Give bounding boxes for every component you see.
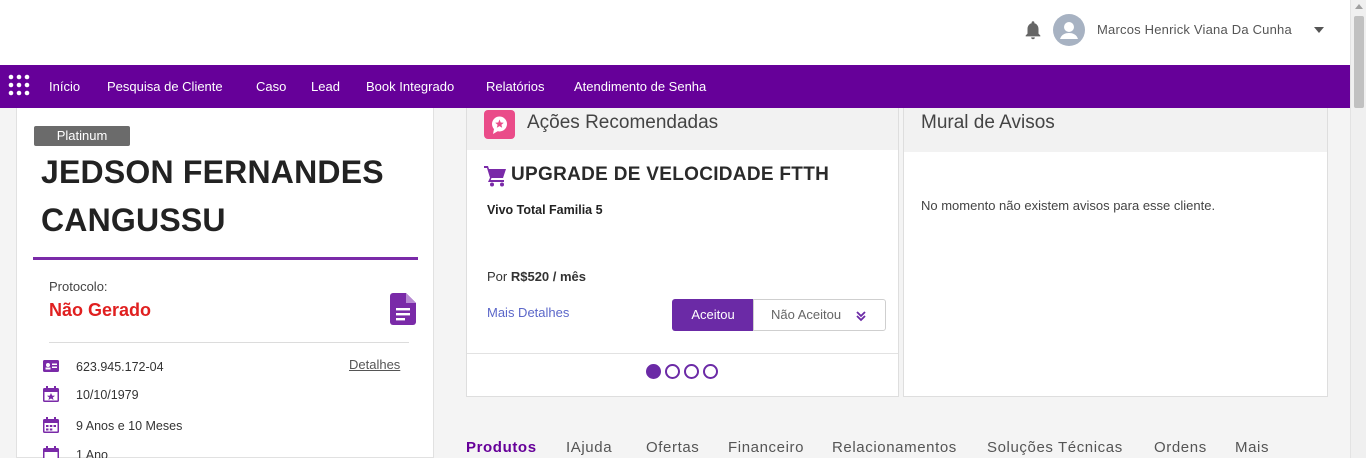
carousel-dot-1[interactable]: [646, 364, 661, 379]
decline-button-label: Não Aceitou: [771, 307, 842, 322]
nav-item-book-integrado[interactable]: Book Integrado: [366, 79, 454, 94]
price-prefix: Por: [487, 269, 511, 284]
carousel-dot-2[interactable]: [665, 364, 680, 379]
birthdate-value: 10/10/1979: [76, 388, 139, 402]
tab-ofertas[interactable]: Ofertas: [646, 439, 699, 456]
tab-solucoes-tecnicas[interactable]: Soluções Técnicas: [987, 439, 1123, 456]
customer-name: JEDSON FERNANDES CANGUSSU: [41, 154, 384, 238]
avatar[interactable]: [1053, 14, 1085, 46]
nav-item-lead[interactable]: Lead: [311, 79, 340, 94]
recommended-actions-title: Ações Recomendadas: [527, 112, 719, 133]
bell-icon[interactable]: [1022, 19, 1044, 41]
user-name[interactable]: Marcos Henrick Viana Da Cunha: [1097, 22, 1292, 37]
recommended-actions-card: Ações Recomendadas UPGRADE DE VELOCIDADE…: [466, 108, 899, 397]
tab-iajuda[interactable]: IAjuda: [566, 439, 612, 456]
tab-financeiro[interactable]: Financeiro: [728, 439, 804, 456]
offer-plan-name: Vivo Total Familia 5: [487, 203, 603, 217]
calendar-icon: [43, 417, 59, 433]
calendar-star-icon: [43, 386, 59, 402]
user-menu-caret-icon[interactable]: [1314, 27, 1324, 33]
price-value: R$520 / mês: [510, 269, 587, 284]
offer-title: UPGRADE DE VELOCIDADE FTTH: [511, 164, 830, 185]
cpf-value: 623.945.172-04: [76, 360, 164, 374]
tab-mais[interactable]: Mais: [1235, 439, 1269, 456]
carousel-dot-3[interactable]: [684, 364, 699, 379]
notice-board-card: Mural de Avisos No momento não existem a…: [903, 108, 1328, 397]
top-bar: Marcos Henrick Viana Da Cunha: [0, 0, 1350, 65]
scroll-up-arrow-icon[interactable]: [1355, 4, 1363, 9]
notice-board-empty-message: No momento não existem avisos para esse …: [921, 198, 1216, 213]
more-details-link[interactable]: Mais Detalhes: [487, 305, 569, 320]
accept-button[interactable]: Aceitou: [672, 299, 754, 331]
offer-price: Por R$520 / mês: [487, 269, 586, 284]
tab-ordens[interactable]: Ordens: [1154, 439, 1207, 456]
nav-item-caso[interactable]: Caso: [256, 79, 286, 94]
tenure-value: 1 Ano: [76, 448, 108, 458]
protocol-value: Não Gerado: [49, 300, 152, 320]
page-scrollbar[interactable]: [1350, 0, 1366, 458]
name-divider: [33, 257, 418, 260]
nav-item-atendimento-de-senha[interactable]: Atendimento de Senha: [574, 79, 706, 94]
segment-badge: Platinum: [34, 126, 130, 146]
customer-since-value: 9 Anos e 10 Meses: [76, 419, 183, 433]
id-card-icon: [43, 360, 59, 372]
card-footer-divider: [467, 353, 898, 354]
tab-produtos[interactable]: Produtos: [466, 439, 537, 456]
double-chevron-down-icon: [856, 311, 866, 322]
nav-item-pesquisa-de-cliente[interactable]: Pesquisa de Cliente: [107, 79, 223, 94]
document-icon[interactable]: [390, 293, 416, 325]
nav-item-inicio[interactable]: Início: [49, 79, 80, 94]
chat-star-icon: [484, 110, 515, 139]
shopping-cart-icon: [484, 166, 506, 187]
calendar-icon: [43, 446, 59, 458]
tab-relacionamentos[interactable]: Relacionamentos: [832, 439, 957, 456]
protocol-label: Protocolo:: [49, 279, 108, 294]
decline-button[interactable]: Não Aceitou: [753, 299, 886, 331]
details-link[interactable]: Detalhes: [349, 357, 400, 372]
notice-board-header: Mural de Avisos: [904, 108, 1327, 152]
apps-grid-icon[interactable]: [8, 74, 30, 96]
carousel-dot-4[interactable]: [703, 364, 718, 379]
user-icon: [1060, 22, 1078, 39]
customer-card: Platinum JEDSON FERNANDES CANGUSSU Proto…: [16, 108, 434, 458]
main-navbar: Início Pesquisa de Cliente Caso Lead Boo…: [0, 65, 1350, 108]
notice-board-title: Mural de Avisos: [921, 112, 1055, 133]
nav-item-relatorios[interactable]: Relatórios: [486, 79, 545, 94]
scrollbar-thumb[interactable]: [1354, 16, 1364, 108]
recommended-actions-header: Ações Recomendadas: [467, 108, 898, 150]
protocol-divider: [49, 342, 409, 343]
